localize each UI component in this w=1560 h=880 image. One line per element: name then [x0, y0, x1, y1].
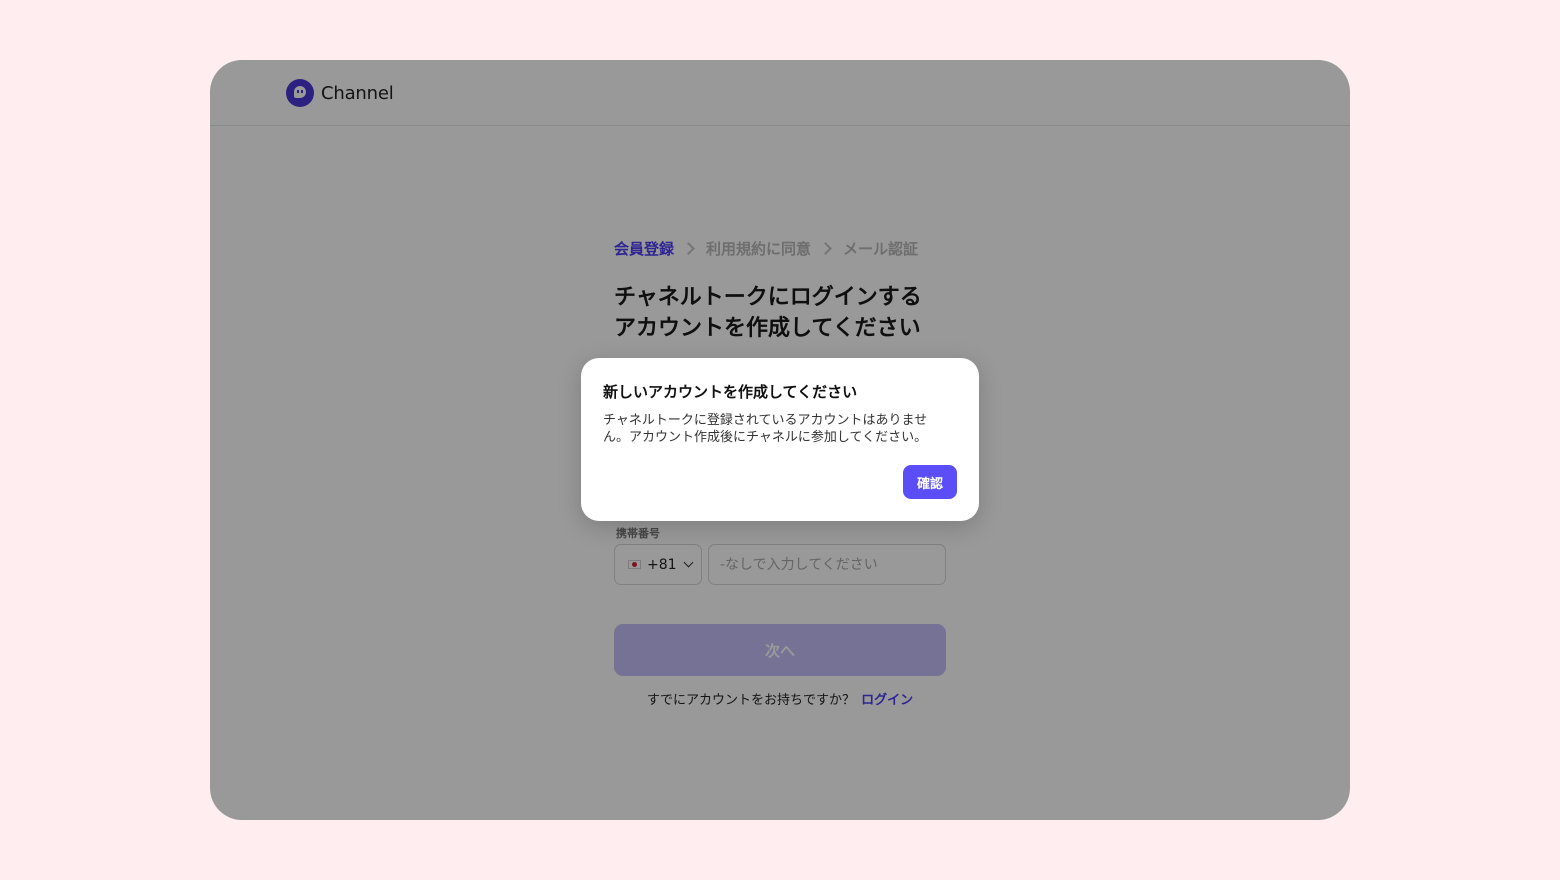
- dialog-message: チャネルトークに登録されているアカウントはありません。アカウント作成後にチャネル…: [603, 413, 928, 445]
- dialog-title: 新しいアカウントを作成してください: [603, 383, 858, 401]
- confirm-button[interactable]: 確認: [903, 465, 957, 499]
- create-account-dialog: 新しいアカウントを作成してください チャネルトークに登録されているアカウントはあ…: [581, 358, 979, 521]
